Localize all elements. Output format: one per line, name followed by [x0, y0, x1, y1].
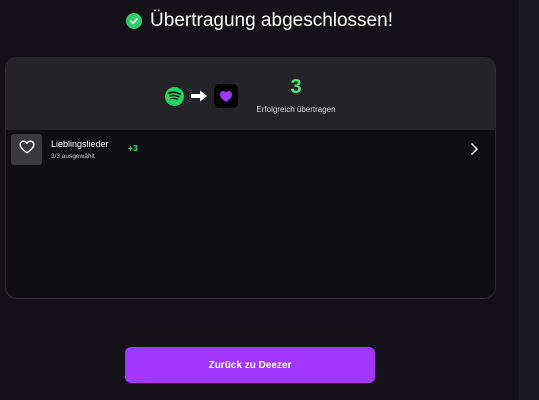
heart-icon	[19, 140, 35, 159]
page-title: Übertragung abgeschlossen!	[150, 10, 393, 31]
scrollbar-track[interactable]	[519, 0, 539, 400]
transfer-summary-header: 3 Erfolgreich übertragen	[6, 58, 495, 130]
check-circle-icon	[126, 13, 143, 29]
transfer-complete-page: Übertragung abgeschlossen! 3 Erfolgreich…	[0, 0, 539, 400]
transferred-count-label: Erfolgreich übertragen	[256, 105, 336, 114]
service-logos	[165, 84, 238, 108]
spotify-icon	[165, 86, 184, 106]
header: Übertragung abgeschlossen!	[0, 10, 519, 32]
chevron-right-icon[interactable]	[469, 142, 479, 156]
playlist-row-lieblingslieder[interactable]: Lieblingslieder 3/3 ausgewählt +3	[6, 130, 495, 168]
arrow-right-icon	[190, 89, 208, 103]
playlist-selection-count: 3/3 ausgewählt	[51, 152, 95, 160]
playlist-name: Lieblingslieder	[51, 138, 109, 149]
playlist-added-badge: +3	[128, 143, 138, 153]
transferred-count-value: 3	[290, 76, 302, 98]
deezer-icon	[214, 84, 238, 108]
playlist-thumbnail	[11, 133, 42, 165]
transfer-summary-card: 3 Erfolgreich übertragen Lieblingslieder…	[5, 57, 496, 299]
playlist-text: Lieblingslieder 3/3 ausgewählt	[51, 139, 109, 160]
transfer-count: 3 Erfolgreich übertragen	[246, 76, 346, 114]
back-to-deezer-button[interactable]: Zurück zu Deezer	[125, 347, 375, 383]
